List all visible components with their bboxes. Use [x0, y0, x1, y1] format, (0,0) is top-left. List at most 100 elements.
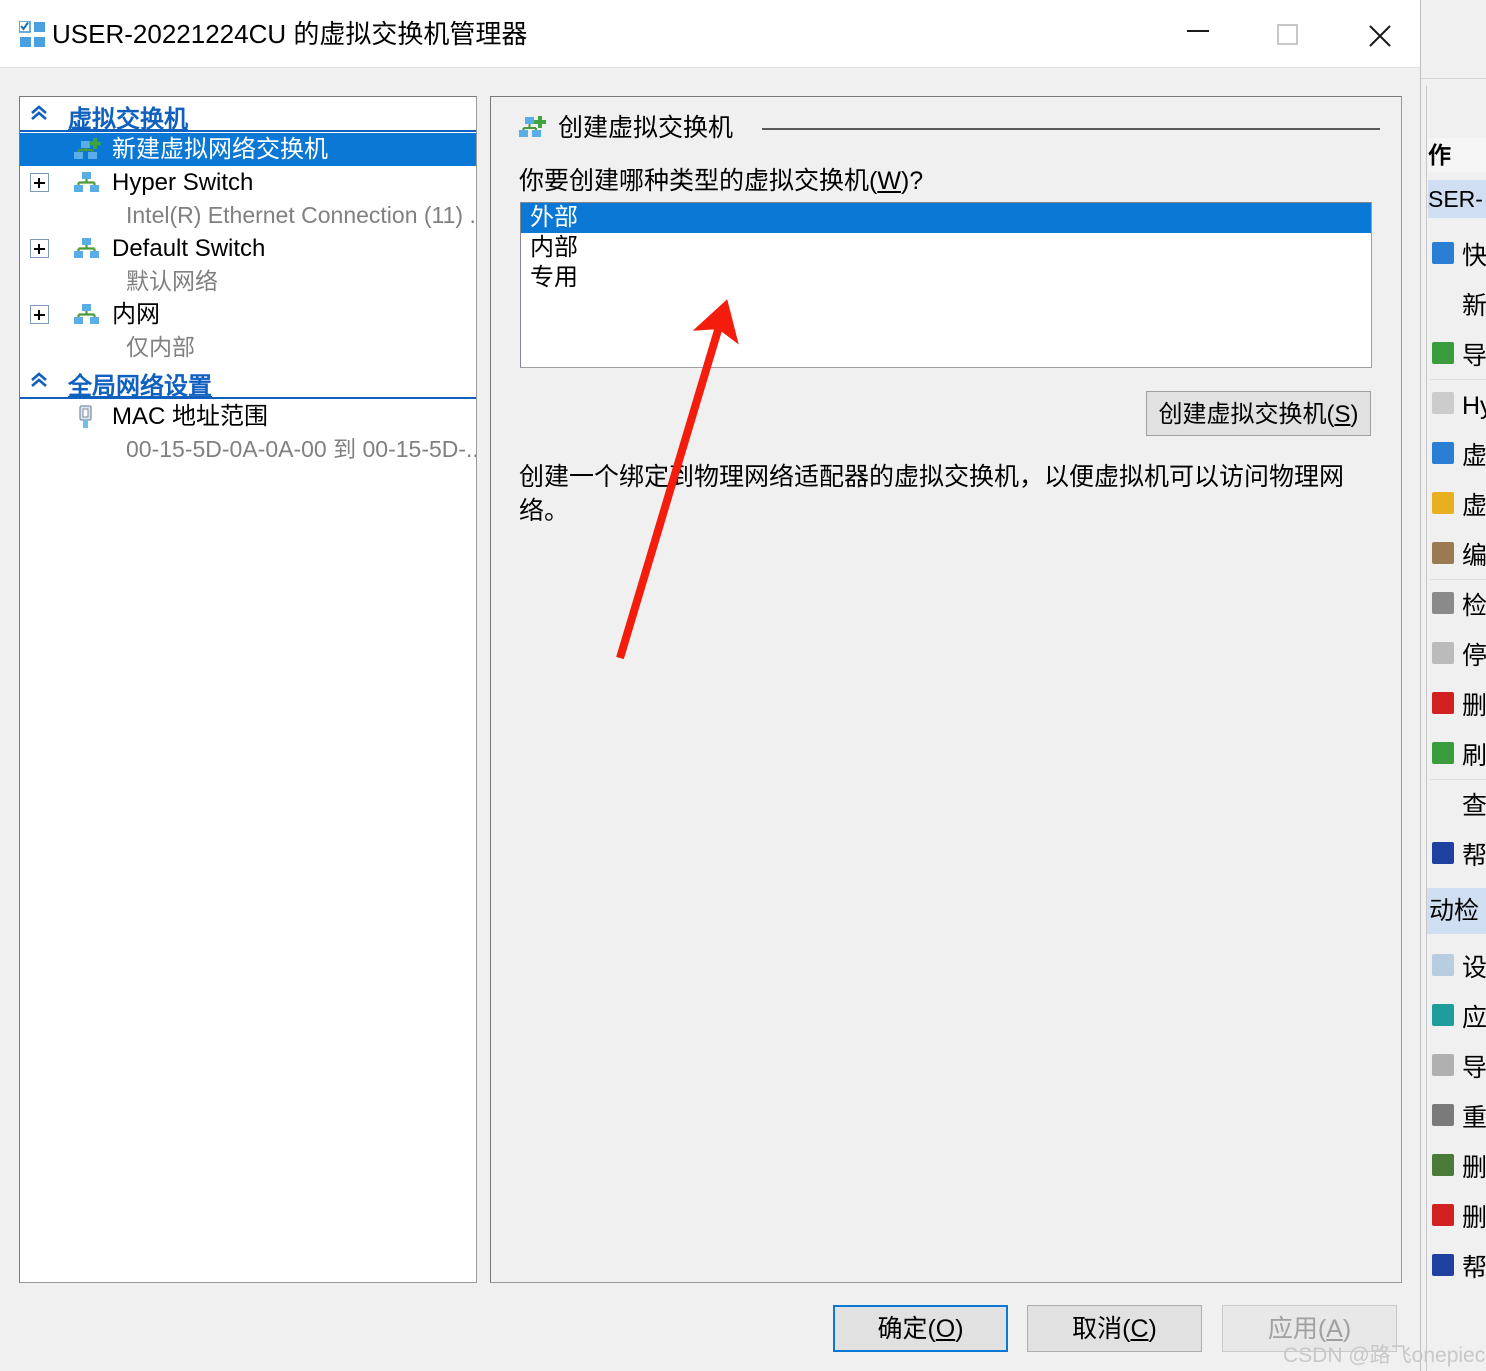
virtual-switch-icon — [74, 171, 100, 195]
content-panel: 创建虚拟交换机 你要创建哪种类型的虚拟交换机(W)? 外部 内部 专用 创建虚拟交换… — [490, 96, 1402, 1283]
bg-action-icon — [1432, 592, 1454, 614]
bg-action-item[interactable]: 快 — [1428, 232, 1486, 280]
maximize-button[interactable] — [1245, 0, 1335, 66]
bg-action-item[interactable]: 虚 — [1428, 482, 1486, 530]
bg-action-label: 设 — [1462, 954, 1486, 982]
switch-type-option[interactable]: 内部 — [521, 233, 1371, 263]
bg-action-item[interactable]: 编 — [1428, 532, 1486, 580]
tree-item-新建虚拟网络交换机[interactable]: 新建虚拟网络交换机 — [20, 133, 476, 166]
bg-action-label: 停 — [1462, 642, 1486, 670]
tree-item-subtitle-label: 00-15-5D-0A-0A-00 到 00-15-5D-... — [126, 436, 477, 462]
expand-plus-icon[interactable] — [30, 239, 49, 258]
create-button-text-after: ) — [1350, 401, 1359, 428]
bg-action-label: 检 — [1462, 592, 1486, 620]
tree-item-subtitle-label: 仅内部 — [126, 334, 195, 360]
ok-label-before: 确定( — [877, 1315, 936, 1343]
bg-action-label: 查 — [1462, 792, 1486, 820]
bg-action-label: 删 — [1462, 692, 1486, 720]
network-cable-icon — [74, 405, 100, 429]
bg-action-icon — [1432, 1104, 1454, 1126]
prompt-accelerator: W — [877, 167, 901, 195]
ok-button[interactable]: 确定(O) — [833, 1305, 1008, 1352]
cancel-accelerator: C — [1130, 1315, 1149, 1343]
bg-action-item[interactable]: 帮 — [1428, 832, 1486, 880]
bg-action-label: 重 — [1462, 1104, 1486, 1132]
tree-item-subtitle: 默认网络 — [20, 265, 476, 298]
tree-item-hyper-switch[interactable]: Hyper Switch — [20, 166, 476, 199]
create-virtual-switch-button[interactable]: 创建虚拟交换机(S) — [1146, 391, 1371, 436]
bg-action-label: Hy — [1462, 392, 1486, 420]
switch-type-option[interactable]: 外部 — [521, 203, 1371, 233]
bg-action-icon — [1432, 1004, 1454, 1026]
bg-action-label: 刷 — [1462, 742, 1486, 770]
bg-selected-computer[interactable]: SER- — [1428, 180, 1486, 218]
bg-action-item[interactable]: 虚 — [1428, 432, 1486, 480]
bg-action-item[interactable]: 导 — [1428, 1044, 1486, 1092]
bg-separator — [1430, 579, 1486, 580]
tree-item-label: Hyper Switch — [112, 169, 254, 196]
bg-actions-header: 作 — [1428, 138, 1486, 172]
bg-action-item[interactable]: 新 — [1428, 282, 1486, 330]
bg-action-item[interactable]: 停 — [1428, 632, 1486, 680]
expand-plus-icon[interactable] — [30, 305, 49, 324]
expand-plus-icon[interactable] — [30, 173, 49, 192]
bg-action-item[interactable]: 应 — [1428, 994, 1486, 1042]
bg-action-icon — [1432, 1204, 1454, 1226]
bg-action-icon — [1432, 442, 1454, 464]
prompt-text-after: )? — [900, 167, 924, 195]
tree-item-subtitle-label: 默认网络 — [126, 268, 218, 294]
title-bar: USER-20221224CU 的虚拟交换机管理器 — [0, 0, 1420, 68]
bg-action-icon — [1432, 692, 1454, 714]
bg-action-item[interactable]: 重 — [1428, 1094, 1486, 1142]
virtual-switch-manager-dialog: USER-20221224CU 的虚拟交换机管理器 虚拟交换机新建虚拟网络交换机… — [0, 0, 1421, 1371]
bg-action-icon — [1432, 742, 1454, 764]
bg-action-item[interactable]: 删 — [1428, 682, 1486, 730]
tree-item-mac-地址范围[interactable]: MAC 地址范围 — [20, 400, 476, 433]
bg-action-label: 删 — [1462, 1154, 1486, 1182]
bg-action-item[interactable]: Hy — [1428, 382, 1486, 430]
virtual-switch-tree[interactable]: 虚拟交换机 新建虚拟网络交换机 Hyper Switch Intel(R) Ether… — [19, 96, 477, 1283]
tree-item-default-switch[interactable]: Default Switch — [20, 232, 476, 265]
bg-action-icon — [1432, 342, 1454, 364]
cancel-label-after: ) — [1148, 1315, 1157, 1343]
bg-action-icon — [1432, 492, 1454, 514]
tree-section-header[interactable]: 虚拟交换机 — [20, 97, 476, 133]
switch-type-description: 创建一个绑定到物理网络适配器的虚拟交换机，以便虚拟机可以访问物理网络。 — [519, 463, 1345, 525]
bg-action-item[interactable]: 导 — [1428, 332, 1486, 380]
bg-action-icon — [1432, 1154, 1454, 1176]
bg-action-icon — [1432, 1054, 1454, 1076]
tree-item-label: 新建虚拟网络交换机 — [112, 136, 328, 163]
bg-action-item[interactable]: 设 — [1428, 944, 1486, 992]
tree-section-label: 虚拟交换机 — [68, 106, 188, 133]
chevron-up-double-icon — [30, 105, 48, 123]
bg-action-label: 应 — [1462, 1004, 1486, 1032]
tree-section-rule — [20, 130, 476, 132]
tree-section-header[interactable]: 全局网络设置 — [20, 364, 476, 400]
switch-type-option[interactable]: 专用 — [521, 263, 1371, 293]
bg-action-icon — [1432, 542, 1454, 564]
cancel-button[interactable]: 取消(C) — [1027, 1305, 1202, 1352]
switch-type-listbox[interactable]: 外部 内部 专用 — [520, 202, 1372, 368]
bg-action-label: 删 — [1462, 1204, 1486, 1232]
bg-action-icon — [1432, 842, 1454, 864]
minimize-button[interactable] — [1155, 0, 1245, 66]
ok-accelerator: O — [935, 1315, 956, 1343]
bg-action-item[interactable]: 查 — [1428, 782, 1486, 830]
window-title: USER-20221224CU 的虚拟交换机管理器 — [52, 19, 528, 49]
bg-toolbar-divider — [1412, 78, 1486, 79]
prompt-text-before: 你要创建哪种类型的虚拟交换机( — [519, 167, 878, 195]
close-button[interactable] — [1336, 0, 1426, 66]
bg-action-item[interactable]: 刷 — [1428, 732, 1486, 780]
bg-action-item[interactable]: 删 — [1428, 1144, 1486, 1192]
tree-item-内网[interactable]: 内网 — [20, 298, 476, 331]
tree-item-label: Default Switch — [112, 235, 266, 262]
bg-action-item[interactable]: 帮 — [1428, 1244, 1486, 1292]
bg-action-item[interactable]: 删 — [1428, 1194, 1486, 1242]
switch-type-prompt: 你要创建哪种类型的虚拟交换机(W)? — [519, 161, 923, 197]
bg-selected-action[interactable]: 动检 — [1427, 888, 1486, 934]
tree-section-label: 全局网络设置 — [68, 373, 212, 400]
bg-action-item[interactable]: 检 — [1428, 582, 1486, 630]
create-button-accelerator: S — [1334, 401, 1351, 428]
bg-action-icon — [1432, 1254, 1454, 1276]
new-virtual-switch-icon — [518, 116, 546, 141]
